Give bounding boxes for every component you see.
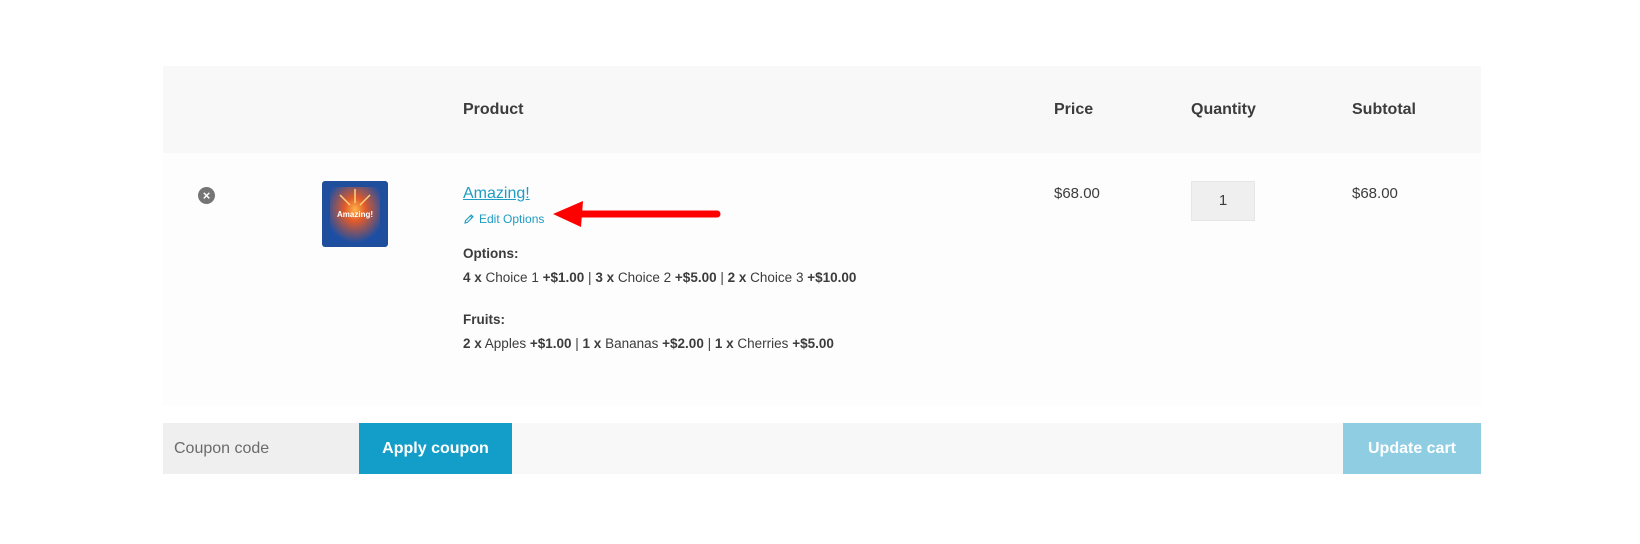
fruit-entry: 1 x Bananas +$2.00 xyxy=(582,336,704,351)
thumbnail-label: Amazing! xyxy=(337,210,373,219)
cart-actions: Coupon code Apply coupon Update cart xyxy=(163,423,1481,474)
update-cart-button[interactable]: Update cart xyxy=(1343,423,1481,474)
fruits-label: Fruits: xyxy=(463,312,505,327)
pencil-icon xyxy=(464,214,474,224)
header-price: Price xyxy=(1054,101,1094,118)
item-price: $68.00 xyxy=(1054,185,1100,202)
item-subtotal: $68.00 xyxy=(1352,185,1398,202)
remove-item-icon[interactable]: × xyxy=(198,187,215,204)
header-quantity: Quantity xyxy=(1191,101,1256,118)
fruit-entry: 2 x Apples +$1.00 xyxy=(463,336,572,351)
options-label: Options: xyxy=(463,246,519,261)
apply-coupon-button[interactable]: Apply coupon xyxy=(359,423,512,474)
option-entry: 4 x Choice 1 +$1.00 xyxy=(463,270,585,285)
header-product: Product xyxy=(463,101,524,118)
cart-item-row: × Amazing! Amazing! Edit Options Options… xyxy=(163,153,1481,406)
option-entry: 2 x Choice 3 +$10.00 xyxy=(727,270,857,285)
quantity-input[interactable]: 1 xyxy=(1191,181,1255,221)
fruit-entry: 1 x Cherries +$5.00 xyxy=(714,336,834,351)
cart-table-header: Product Price Quantity Subtotal xyxy=(163,66,1481,153)
options-meta: Options: 4 x Choice 1 +$1.00 | 3 x Choic… xyxy=(463,246,857,285)
product-thumbnail[interactable]: Amazing! xyxy=(322,181,388,247)
header-subtotal: Subtotal xyxy=(1352,101,1416,118)
product-name-link[interactable]: Amazing! xyxy=(463,185,530,203)
edit-options-link[interactable]: Edit Options xyxy=(463,212,544,226)
fruits-meta: Fruits: 2 x Apples +$1.00 | 1 x Bananas … xyxy=(463,312,834,351)
edit-options-label: Edit Options xyxy=(479,212,545,226)
annotation-arrow-icon xyxy=(553,201,721,227)
option-entry: 3 x Choice 2 +$5.00 xyxy=(595,270,717,285)
coupon-code-input[interactable]: Coupon code xyxy=(163,423,359,474)
cart-table: Product Price Quantity Subtotal × Amazin… xyxy=(163,66,1481,474)
